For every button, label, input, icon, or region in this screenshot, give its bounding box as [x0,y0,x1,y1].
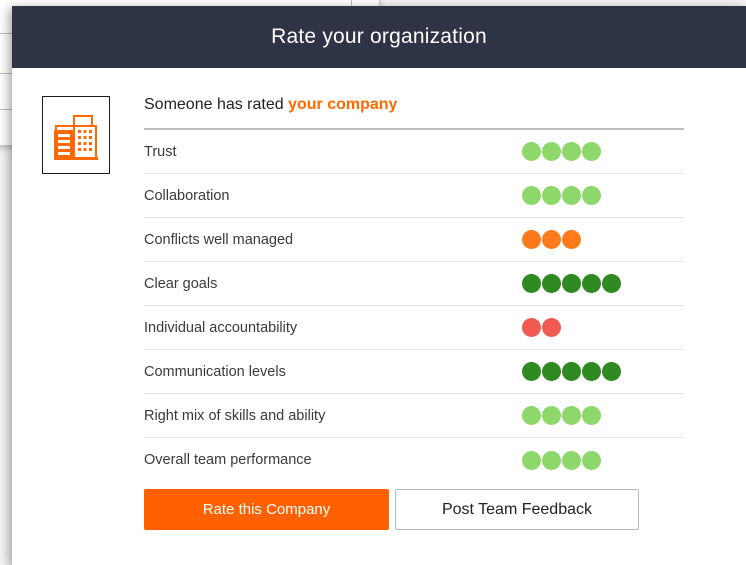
rating-label: Overall team performance [144,452,312,468]
rating-label: Conflicts well managed [144,231,294,248]
rating-dot [562,274,581,293]
rating-label: Communication levels [144,363,286,380]
rated-prefix: Someone has rated [144,96,289,113]
rating-dot [562,362,581,381]
rating-dot [582,274,601,293]
rating-dots [522,318,684,337]
rating-dot [542,142,561,161]
rating-label: Right mix of skills and ability [144,407,326,424]
ratings-list: Trust Collaboration Conflicts well managed… [144,130,684,482]
rating-dot [522,274,541,293]
rating-dots [522,406,684,425]
rating-label: Individual accountability [144,319,298,336]
rating-dot [582,142,601,161]
rating-dot [522,450,541,470]
rating-dot [522,142,541,161]
rating-dot [542,230,561,249]
rating-dot [522,362,541,381]
rating-dot [562,450,581,470]
modal-title: Rate your organization [271,25,487,48]
rating-dots [522,142,684,161]
rating-dot [562,230,581,249]
rate-organization-modal: Rate your organization Someone has rated… [12,6,746,565]
rating-dot [582,450,601,470]
rating-dot [522,186,541,205]
rating-dots [522,274,684,293]
rating-dot [542,450,561,470]
rating-row: Collaboration [144,174,684,218]
rating-dots [522,186,684,205]
rating-dot [602,274,621,293]
rating-dot [562,406,581,425]
rating-label: Collaboration [144,187,230,204]
rating-row: Trust [144,130,684,174]
rating-row: Individual accountability [144,306,684,350]
rating-label: Clear goals [144,275,218,292]
ratings-panel: Someone has rated your company Trust Coll… [144,90,684,482]
post-team-feedback-button[interactable]: Post Team Feedback [395,489,639,530]
rating-dot [522,406,541,425]
rating-dot [542,274,561,293]
rating-dot [522,318,541,337]
office-building-icon [54,115,98,160]
rating-dot [542,318,561,337]
rating-dot [582,406,601,425]
rating-dot [522,230,541,249]
rating-row: Clear goals [144,262,684,306]
rating-row: Communication levels [144,350,684,394]
rating-dot [562,142,581,161]
modal-actions: Rate this Company Post Team Feedback [144,489,639,530]
rating-dot [542,406,561,425]
rating-row: Conflicts well managed [144,218,684,262]
rating-row: Overall team performance [144,438,684,482]
rated-message: Someone has rated your company [144,90,684,130]
rating-row: Right mix of skills and ability [144,394,684,438]
rating-dot [562,186,581,205]
rate-company-button[interactable]: Rate this Company [144,489,389,530]
rating-dot [582,186,601,205]
rated-company-link[interactable]: your company [288,96,397,113]
rating-dot [582,362,601,381]
company-logo [42,96,110,174]
rating-dot [542,186,561,205]
modal-header: Rate your organization [12,6,746,68]
rating-dots [522,230,684,249]
rating-dot [602,362,621,381]
rating-dots [522,362,684,381]
rating-dot [542,362,561,381]
rating-label: Trust [144,143,177,160]
rating-dots [522,450,684,470]
